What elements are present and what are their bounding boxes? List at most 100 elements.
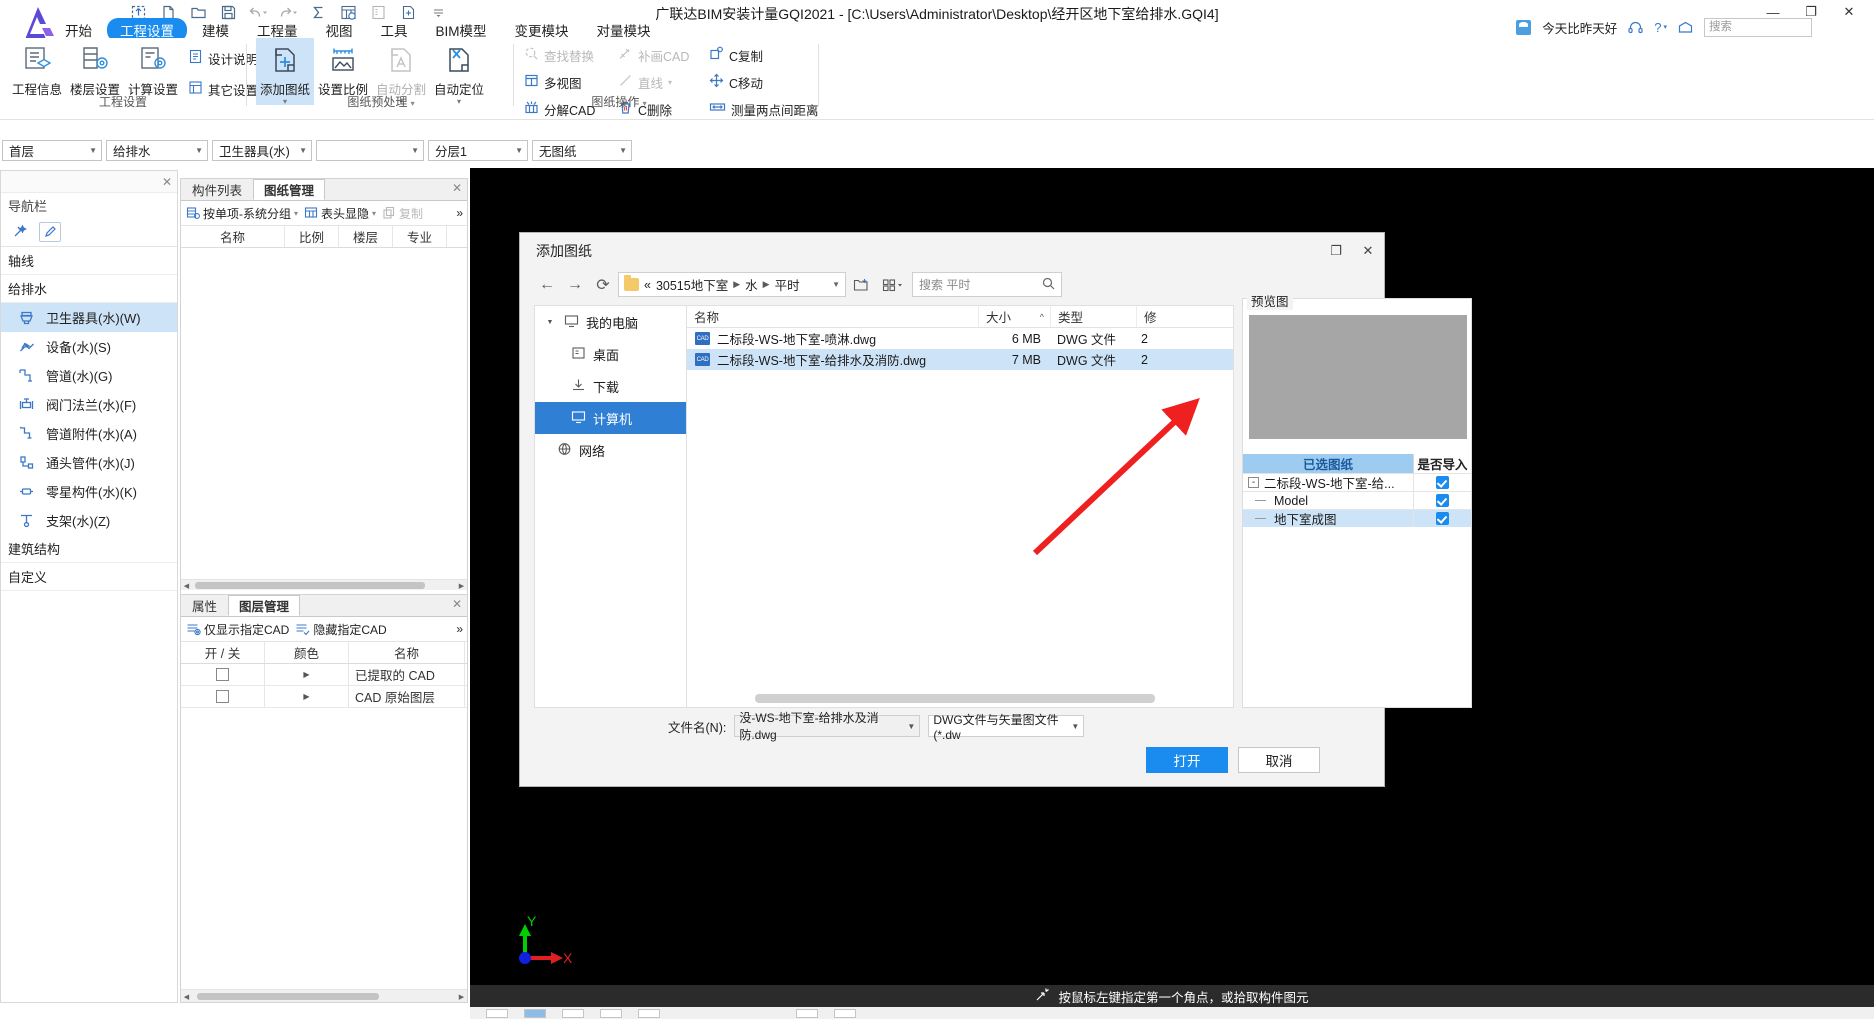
scroll-right-arrow[interactable]: ▶: [456, 580, 467, 591]
chevron-down-icon[interactable]: ▾: [372, 209, 376, 218]
filetype-select[interactable]: DWG文件与矢量图文件(*.dw ▼: [928, 713, 1085, 742]
open-button[interactable]: 打开: [1146, 747, 1228, 773]
toggle-3[interactable]: [562, 1008, 584, 1018]
ribbon-button-multi-view[interactable]: 多视图: [524, 71, 595, 93]
help-icon[interactable]: ? ▾: [1654, 20, 1667, 35]
dialog-close-button[interactable]: ✕: [1352, 236, 1384, 266]
layer-hscrollbar[interactable]: ◀ ▶: [181, 989, 467, 1002]
layer-onoff-checkbox[interactable]: [181, 686, 265, 707]
file-row[interactable]: CAD 二标段-WS-地下室-喷淋.dwg 6 MB DWG 文件 2: [687, 328, 1233, 349]
tree-item-downloads[interactable]: 下载: [535, 370, 686, 402]
nav-group-plumbing[interactable]: 给排水: [1, 275, 177, 303]
panel-hscrollbar[interactable]: ◀ ▶: [181, 579, 467, 591]
show-specified-cad-button[interactable]: 仅显示指定CAD: [186, 621, 289, 638]
scroll-left-arrow[interactable]: ◀: [181, 580, 192, 591]
column-header-import[interactable]: 是否导入: [1413, 454, 1471, 473]
cancel-button[interactable]: 取消: [1238, 747, 1320, 773]
component-select[interactable]: ▼: [316, 140, 424, 161]
tree-item-my-computer[interactable]: ▼ 我的电脑: [535, 306, 686, 338]
file-list-hscrollbar[interactable]: [691, 694, 1229, 703]
scroll-thumb[interactable]: [197, 993, 379, 1000]
close-icon[interactable]: ✕: [452, 181, 462, 195]
toggle-5[interactable]: [638, 1008, 660, 1018]
column-header-type[interactable]: 类型: [1051, 306, 1137, 327]
collapse-icon[interactable]: -: [1248, 477, 1259, 488]
chevron-down-icon[interactable]: ▾: [668, 78, 672, 87]
selected-drawing-row[interactable]: 地下室成图: [1243, 509, 1471, 527]
component-type-select[interactable]: 卫生器具(水) ▼: [212, 140, 312, 161]
layer-select[interactable]: 分层1 ▼: [428, 140, 528, 161]
group-by-button[interactable]: 按单项-系统分组 ▾: [186, 205, 298, 222]
nav-item-valve-flange[interactable]: 阀门法兰(水)(F): [1, 390, 177, 419]
add-node-icon[interactable]: [9, 222, 31, 242]
layer-color-cell[interactable]: ▶: [265, 686, 349, 707]
overflow-icon[interactable]: »: [456, 622, 467, 636]
close-icon[interactable]: ✕: [162, 175, 172, 189]
chevron-down-icon[interactable]: ▾: [643, 99, 647, 108]
breadcrumb-part[interactable]: 平时: [775, 275, 800, 294]
column-header-color[interactable]: 颜色: [265, 642, 349, 663]
scroll-right-arrow[interactable]: ▶: [456, 991, 467, 1002]
chevron-down-icon[interactable]: ▼: [543, 319, 557, 326]
header-toggle-button[interactable]: 表头显隐 ▾: [304, 205, 376, 222]
tree-item-computer[interactable]: 计算机: [535, 402, 686, 434]
nav-item-pipe-fitting[interactable]: 管道附件(水)(A): [1, 419, 177, 448]
nav-item-joint-fitting[interactable]: 通头管件(水)(J): [1, 448, 177, 477]
close-button[interactable]: ✕: [1830, 0, 1868, 24]
headset-icon[interactable]: [1628, 21, 1643, 34]
discipline-select[interactable]: 给排水 ▼: [106, 140, 208, 161]
chevron-down-icon[interactable]: ▾: [294, 209, 298, 218]
ribbon-button-design-note[interactable]: 设计说明: [188, 47, 258, 69]
nav-group-building-structure[interactable]: 建筑结构: [1, 535, 177, 563]
upgrade-icon[interactable]: [1678, 21, 1693, 34]
dialog-maximize-button[interactable]: ❐: [1320, 236, 1352, 266]
tab-drawing-management[interactable]: 图纸管理: [253, 179, 326, 200]
layer-color-cell[interactable]: ▶: [265, 664, 349, 685]
column-header-name[interactable]: 名称: [687, 306, 979, 327]
ribbon-button-draw-cad[interactable]: 补画CAD: [618, 44, 689, 66]
ribbon-button-measure-distance[interactable]: 测量两点间距离: [709, 98, 819, 120]
column-header-scale[interactable]: 比例: [285, 226, 339, 247]
chevron-down-icon[interactable]: ▼: [907, 722, 915, 731]
toggle-6[interactable]: [796, 1008, 818, 1018]
nav-item-pipe[interactable]: 管道(水)(G): [1, 361, 177, 390]
breadcrumb-part[interactable]: 30515地下室: [656, 275, 728, 294]
ribbon-button-line[interactable]: 直线 ▾: [618, 71, 689, 93]
nav-item-misc-component[interactable]: 零星构件(水)(K): [1, 477, 177, 506]
forward-button[interactable]: →: [562, 272, 588, 297]
ribbon-button-calc-settings[interactable]: 计算设置: [124, 38, 182, 98]
back-button[interactable]: ←: [534, 272, 560, 297]
toggle-1[interactable]: [486, 1008, 508, 1018]
toggle-7[interactable]: [834, 1008, 856, 1018]
overflow-icon[interactable]: »: [456, 206, 467, 220]
new-folder-icon[interactable]: [848, 272, 874, 297]
column-header-size[interactable]: 大小 ^: [979, 306, 1051, 327]
nav-group-axis[interactable]: 轴线: [1, 247, 177, 275]
close-icon[interactable]: ✕: [452, 597, 462, 611]
nav-item-equipment[interactable]: 设备(水)(S): [1, 332, 177, 361]
refresh-button[interactable]: ⟳: [590, 272, 616, 297]
selected-drawing-row[interactable]: Model: [1243, 491, 1471, 509]
tab-component-list[interactable]: 构件列表: [181, 179, 253, 200]
ribbon-button-copy[interactable]: C复制: [709, 44, 819, 66]
tree-item-network[interactable]: 网络: [535, 434, 686, 466]
filename-input[interactable]: 没-WS-地下室-给排水及消防.dwg ▼: [734, 711, 921, 742]
tab-properties[interactable]: 属性: [181, 595, 228, 616]
scroll-thumb[interactable]: [195, 582, 425, 589]
search-icon[interactable]: [1042, 277, 1055, 293]
nav-item-bracket[interactable]: 支架(水)(Z): [1, 506, 177, 535]
layer-row[interactable]: ▶ CAD 原始图层: [181, 686, 467, 708]
dialog-search-input[interactable]: 搜索 平时: [912, 272, 1062, 297]
breadcrumb-part[interactable]: 水: [745, 275, 758, 294]
avatar[interactable]: [1516, 19, 1532, 35]
breadcrumb[interactable]: « 30515地下室 ▶ 水 ▶ 平时 ▼: [618, 272, 846, 297]
column-header-floor[interactable]: 楼层: [339, 226, 393, 247]
floor-select[interactable]: 首层 ▼: [2, 140, 102, 161]
ribbon-button-find-replace[interactable]: 查找替换: [524, 44, 595, 66]
layer-row[interactable]: ▶ 已提取的 CAD: [181, 664, 467, 686]
toggle-2[interactable]: [524, 1008, 546, 1018]
global-search-input[interactable]: 搜索: [1704, 17, 1812, 37]
layer-onoff-checkbox[interactable]: [181, 664, 265, 685]
copy-button[interactable]: 复制: [382, 205, 423, 222]
chevron-down-icon[interactable]: ▼: [832, 280, 840, 289]
